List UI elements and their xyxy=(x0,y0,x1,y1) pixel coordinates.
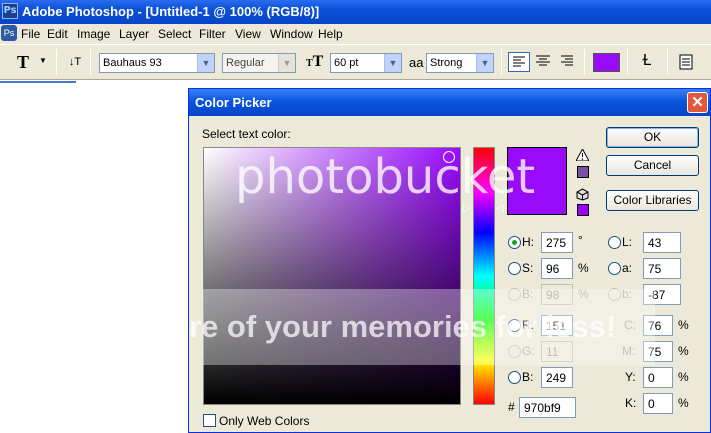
hue-field[interactable]: 275 xyxy=(541,232,573,253)
percent-unit: % xyxy=(578,261,589,275)
hex-field[interactable]: 970bf9 xyxy=(519,397,576,418)
font-family-value: Bauhaus 93 xyxy=(103,57,162,69)
type-tool-icon: T xyxy=(17,52,30,72)
black-field[interactable]: 0 xyxy=(643,393,673,414)
percent-unit: % xyxy=(678,344,689,358)
align-center-icon xyxy=(536,55,550,66)
blue-radio[interactable] xyxy=(508,371,521,384)
close-icon: ✕ xyxy=(691,94,704,111)
separator xyxy=(627,49,628,75)
chevron-down-icon: ▼ xyxy=(197,54,214,72)
separator xyxy=(90,49,91,75)
font-style-value: Regular xyxy=(226,57,265,69)
saturation-field[interactable]: 96 xyxy=(541,258,573,279)
warp-text-icon[interactable]: Ɫ xyxy=(636,52,658,72)
color-picker-dialog: Color Picker ✕ Select text color: ▷ ◁ OK… xyxy=(188,88,711,433)
menu-file[interactable]: File xyxy=(21,27,40,41)
menu-filter[interactable]: Filter xyxy=(199,27,226,41)
antialias-icon: aa xyxy=(409,55,424,70)
l-radio[interactable] xyxy=(608,236,621,249)
separator xyxy=(584,49,585,75)
web-colors-checkbox[interactable] xyxy=(203,414,216,427)
menu-select[interactable]: Select xyxy=(158,27,191,41)
document-tab-edge xyxy=(0,81,76,83)
gamut-warning-icon xyxy=(575,147,590,162)
menu-help[interactable]: Help xyxy=(318,27,343,41)
blue-label: B: xyxy=(522,370,534,384)
hex-label: # xyxy=(508,400,515,414)
dialog-title-bar: Color Picker ✕ xyxy=(189,89,710,116)
watermark-tagline: re of your memories for less! xyxy=(189,309,617,344)
font-family-select[interactable]: Bauhaus 93 ▼ xyxy=(99,53,215,73)
menu-bar: Ps File Edit Image Layer Select Filter V… xyxy=(0,24,711,44)
web-safe-color-chip[interactable] xyxy=(577,204,589,216)
menu-layer[interactable]: Layer xyxy=(119,27,149,41)
window-title: Adobe Photoshop - [Untitled-1 @ 100% (RG… xyxy=(22,4,320,19)
l-label: L: xyxy=(622,235,633,249)
separator xyxy=(667,49,668,75)
document-icon[interactable]: Ps xyxy=(1,25,17,41)
h-radio[interactable] xyxy=(508,236,521,249)
separator xyxy=(56,49,57,75)
align-left-icon xyxy=(513,56,525,67)
color-libraries-button[interactable]: Color Libraries xyxy=(606,190,699,211)
chevron-down-icon: ▼ xyxy=(278,54,295,72)
gamut-color-chip[interactable] xyxy=(577,166,589,178)
yellow-field[interactable]: 0 xyxy=(643,367,673,388)
options-bar: T ▼ ↓T Bauhaus 93 ▼ Regular ▼ TT 60 pt ▼… xyxy=(0,44,711,80)
a-radio[interactable] xyxy=(608,262,621,275)
degree-unit: ° xyxy=(578,233,583,247)
palettes-icon xyxy=(679,54,693,70)
text-color-swatch[interactable] xyxy=(593,53,620,72)
antialias-select[interactable]: Strong ▼ xyxy=(426,53,494,73)
photoshop-app-icon: Ps xyxy=(2,3,18,19)
menu-edit[interactable]: Edit xyxy=(47,27,68,41)
percent-unit: % xyxy=(678,370,689,384)
menu-view[interactable]: View xyxy=(235,27,261,41)
font-style-select[interactable]: Regular ▼ xyxy=(222,53,296,73)
web-safe-cube-icon xyxy=(576,188,589,201)
a-channel-field[interactable]: 75 xyxy=(643,258,681,279)
lightness-field[interactable]: 43 xyxy=(643,232,681,253)
k-label: K: xyxy=(625,396,637,410)
font-size-select[interactable]: 60 pt ▼ xyxy=(330,53,402,73)
chevron-down-icon: ▼ xyxy=(476,54,493,72)
align-right-icon xyxy=(561,55,573,66)
web-colors-label: Only Web Colors xyxy=(219,414,310,428)
prompt-label: Select text color: xyxy=(202,127,291,141)
cancel-button[interactable]: Cancel xyxy=(606,155,699,176)
menu-window[interactable]: Window xyxy=(270,27,313,41)
dialog-title: Color Picker xyxy=(195,95,272,110)
s-label: S: xyxy=(522,261,534,275)
text-orientation-icon[interactable]: ↓T xyxy=(64,51,86,73)
percent-unit: % xyxy=(678,318,689,332)
align-center-button[interactable] xyxy=(533,52,555,72)
font-size-icon: TT xyxy=(306,53,324,70)
y-label: Y: xyxy=(625,370,636,384)
chevron-down-icon: ▼ xyxy=(39,56,47,65)
tool-preset-picker[interactable]: T ▼ xyxy=(12,51,48,73)
title-bar: Ps Adobe Photoshop - [Untitled-1 @ 100% … xyxy=(0,0,711,24)
blue-field[interactable]: 249 xyxy=(541,367,573,388)
percent-unit: % xyxy=(678,396,689,410)
watermark-logo: photobucket xyxy=(235,149,536,205)
a-label: a: xyxy=(622,261,633,275)
ok-button[interactable]: OK xyxy=(606,127,699,148)
h-label: H: xyxy=(522,235,534,249)
separator xyxy=(501,49,502,75)
chevron-down-icon: ▼ xyxy=(384,54,401,72)
align-left-button[interactable] xyxy=(508,52,530,72)
menu-image[interactable]: Image xyxy=(77,27,110,41)
align-right-button[interactable] xyxy=(557,52,579,72)
s-radio[interactable] xyxy=(508,262,521,275)
font-size-value: 60 pt xyxy=(334,57,359,69)
close-button[interactable]: ✕ xyxy=(687,92,708,113)
antialias-value: Strong xyxy=(430,57,463,69)
palettes-button[interactable] xyxy=(676,52,698,72)
